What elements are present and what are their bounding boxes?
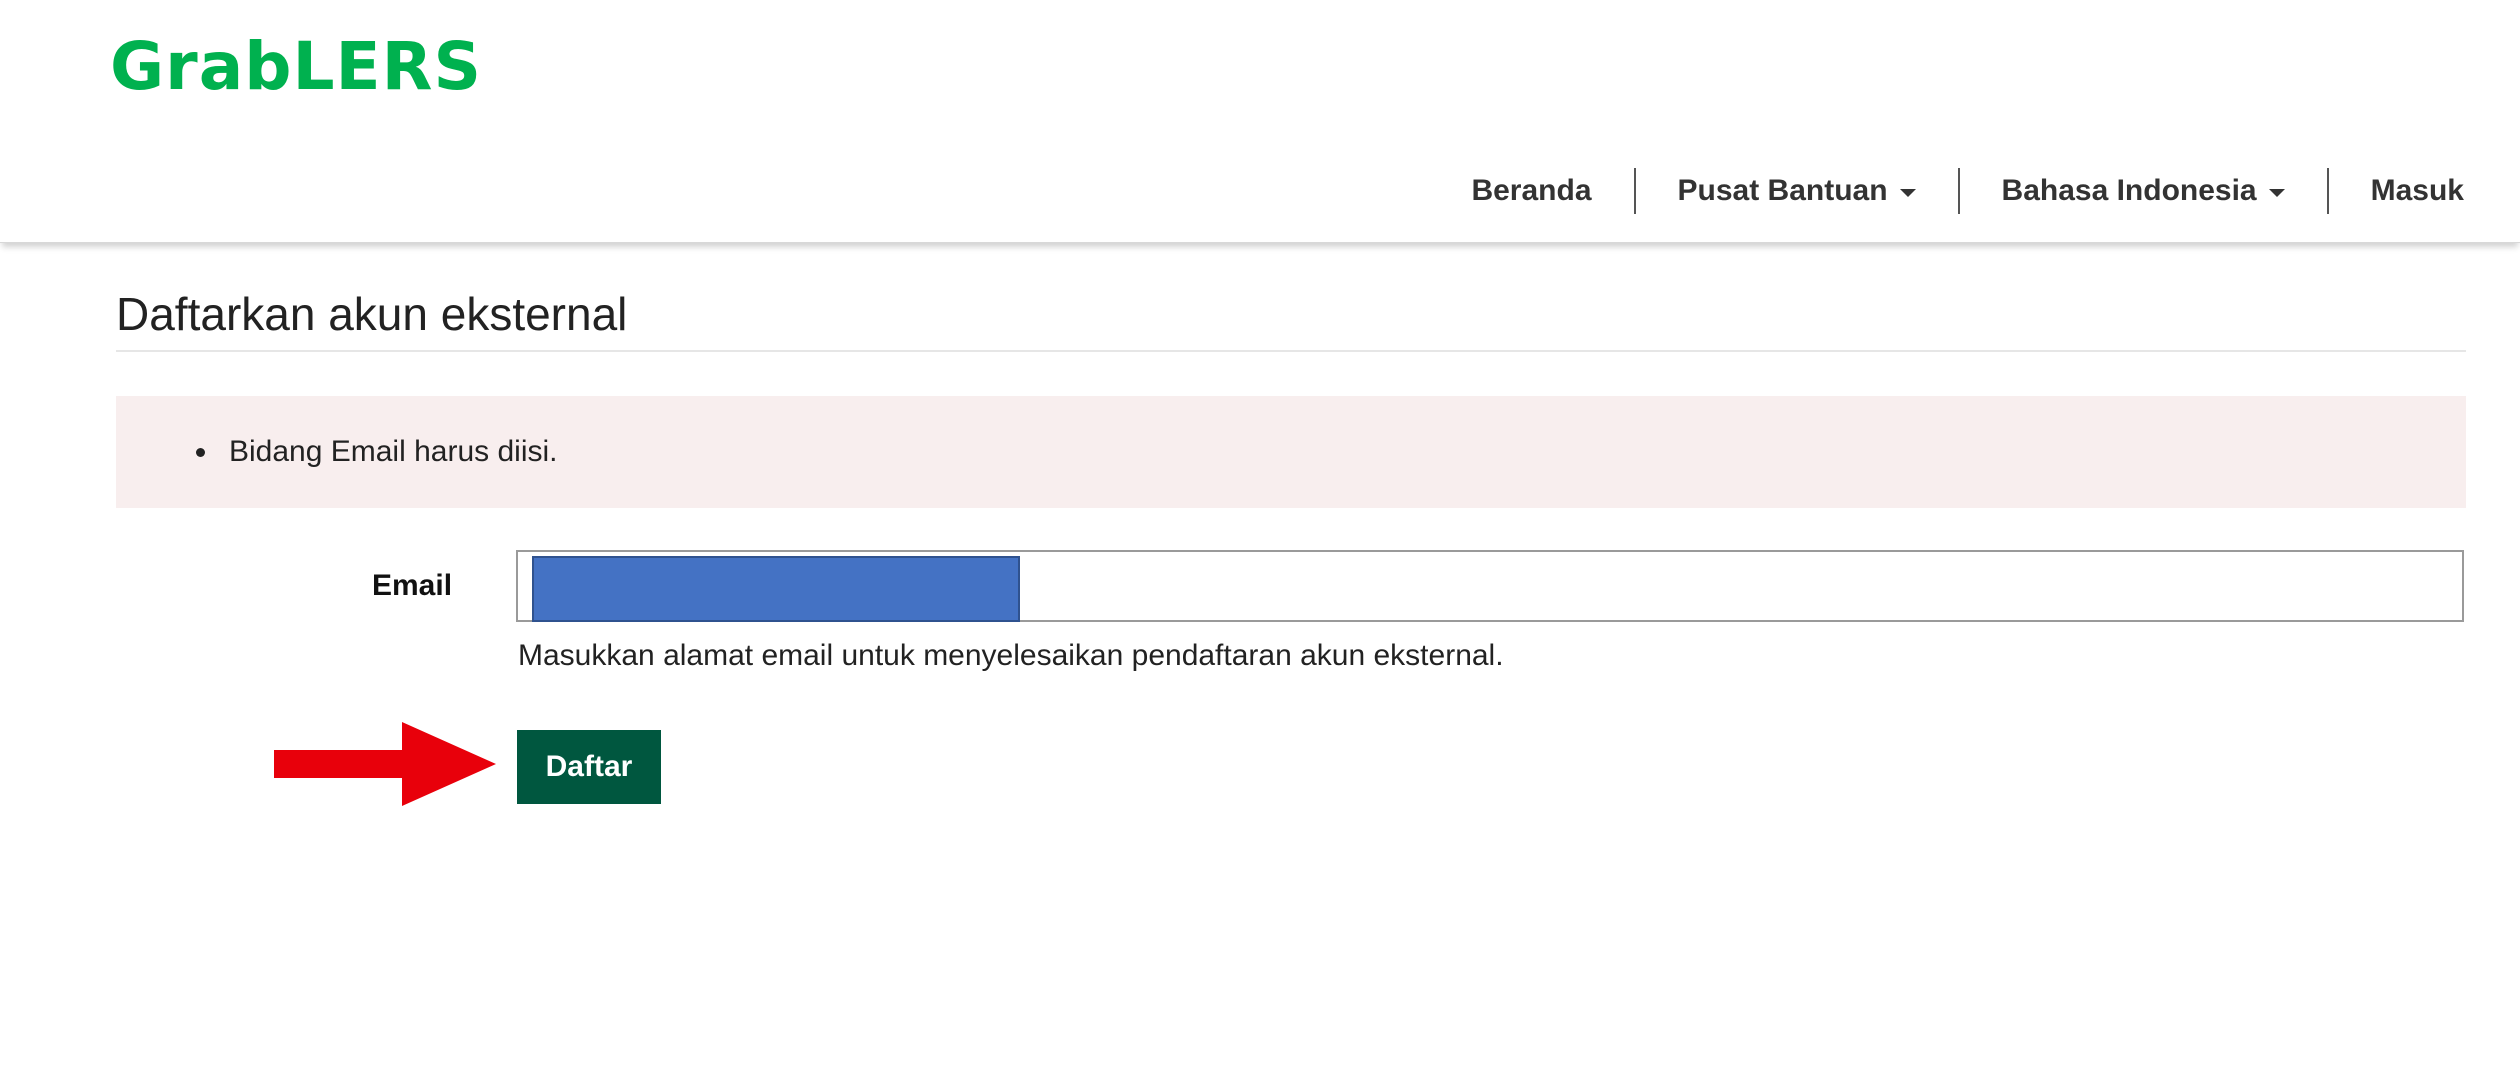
page: GrabLERS Beranda Pusat Bantuan Bahasa In… <box>0 0 2520 1081</box>
error-message: Bidang Email harus diisi. <box>229 435 558 468</box>
email-field[interactable] <box>516 550 2464 622</box>
error-list: Bidang Email harus diisi. <box>196 430 558 474</box>
arrow-right-icon <box>274 722 496 806</box>
top-nav: Beranda Pusat Bantuan Bahasa Indonesia M… <box>1471 168 2464 214</box>
nav-language-label: Bahasa Indonesia <box>2001 174 2257 207</box>
nav-language[interactable]: Bahasa Indonesia <box>1957 168 2327 214</box>
nav-masuk-label: Masuk <box>2370 174 2464 207</box>
title-divider <box>116 350 2466 352</box>
nav-masuk[interactable]: Masuk <box>2326 168 2464 214</box>
page-title: Daftarkan akun eksternal <box>116 288 628 340</box>
nav-pusat-bantuan[interactable]: Pusat Bantuan <box>1633 168 1958 214</box>
redaction-box <box>532 556 1020 622</box>
daftar-button[interactable]: Daftar <box>517 730 661 804</box>
nav-beranda-label: Beranda <box>1471 174 1592 207</box>
email-label: Email <box>372 569 453 602</box>
caret-down-icon <box>1899 189 1916 197</box>
site-header: GrabLERS Beranda Pusat Bantuan Bahasa In… <box>0 0 2520 243</box>
caret-down-icon <box>2268 189 2285 197</box>
bullet-icon <box>196 447 205 457</box>
nav-beranda[interactable]: Beranda <box>1471 168 1633 214</box>
nav-pusat-bantuan-label: Pusat Bantuan <box>1677 174 1888 207</box>
logo-link[interactable]: GrabLERS <box>110 32 482 102</box>
grab-logo: GrabLERS <box>110 28 482 105</box>
error-item: Bidang Email harus diisi. <box>196 430 558 474</box>
error-alert: Bidang Email harus diisi. <box>116 396 2466 508</box>
email-help-text: Masukkan alamat email untuk menyelesaika… <box>518 639 1504 672</box>
